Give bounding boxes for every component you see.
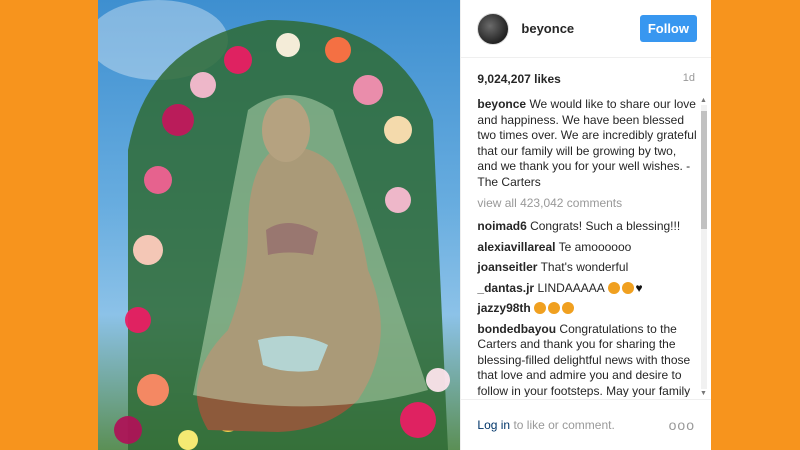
comment-item: alexiavillareal Te amoooooo <box>477 240 697 256</box>
comment-text: LINDAAAAA <box>537 280 605 295</box>
comment-item: noimad6 Congrats! Such a blessing!!! <box>477 219 697 235</box>
comment-item: _dantas.jr LINDAAAAA ♥ <box>477 281 697 297</box>
follow-button[interactable]: Follow <box>639 15 697 42</box>
view-all-comments-link[interactable]: view all 423,042 comments <box>477 196 697 210</box>
login-prompt: Log in to like or comment. <box>477 418 668 432</box>
heart-icon: ♥ <box>635 280 643 295</box>
scroll-up-icon[interactable]: ▲ <box>700 97 707 104</box>
post-details-panel: beyonce Follow 9,024,207 likes 1d beyonc… <box>460 0 711 450</box>
emoji-icon <box>621 281 634 294</box>
login-link[interactable]: Log in <box>477 418 510 432</box>
comment-username[interactable]: jazzy98th <box>477 301 530 315</box>
avatar[interactable] <box>477 12 510 45</box>
comment-username[interactable]: _dantas.jr <box>477 281 534 295</box>
scroll-down-icon[interactable]: ▼ <box>700 390 707 397</box>
comment-item: bondedbayou Congratulations to the Carte… <box>477 322 697 398</box>
scroll-thumb[interactable] <box>701 111 707 229</box>
comment-text: Congrats! Such a blessing!!! <box>530 219 681 233</box>
emoji-icon <box>607 281 620 294</box>
username[interactable]: beyonce <box>521 21 639 36</box>
comment-text: That's wonderful <box>540 260 629 274</box>
post-header: beyonce Follow <box>461 0 711 58</box>
post-photo[interactable] <box>98 0 461 450</box>
comment-username[interactable]: alexiavillareal <box>477 240 555 254</box>
comments-list[interactable]: beyonce We would like to share our love … <box>461 97 697 397</box>
emoji-icon <box>548 302 561 314</box>
comment-username[interactable]: bondedbayou <box>477 322 556 336</box>
comment-item: jazzy98th <box>477 301 697 317</box>
photo-illustration <box>98 0 450 450</box>
login-prompt-text: to like or comment. <box>510 418 615 432</box>
emoji-icon <box>534 302 547 314</box>
comments-scrollbar[interactable]: ▲ ▼ <box>699 97 709 397</box>
comment-username[interactable]: joanseitler <box>477 260 537 274</box>
post-modal: beyonce Follow 9,024,207 likes 1d beyonc… <box>98 0 711 450</box>
caption-username[interactable]: beyonce <box>477 97 526 111</box>
emoji-icon <box>562 302 575 314</box>
comment-item: joanseitler That's wonderful <box>477 260 697 276</box>
comment-text: Te amoooooo <box>558 239 632 254</box>
caption: beyonce We would like to share our love … <box>477 97 697 190</box>
more-options-icon[interactable]: ooo <box>669 417 695 433</box>
comment-username[interactable]: noimad6 <box>477 219 526 233</box>
post-footer: Log in to like or comment. ooo <box>461 399 711 450</box>
